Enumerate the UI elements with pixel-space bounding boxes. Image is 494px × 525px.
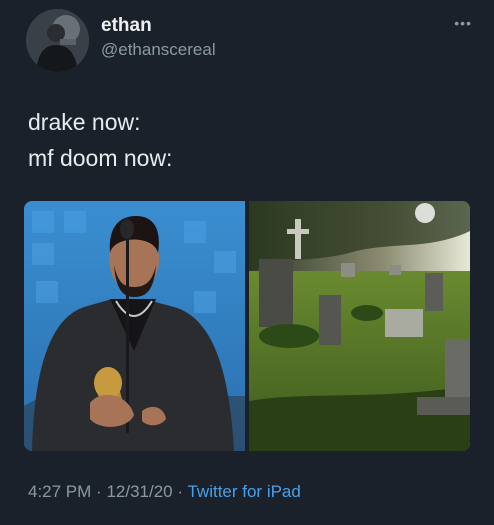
drake-award-photo[interactable]: [24, 201, 245, 451]
tweet-text: drake now: mf doom now:: [28, 104, 172, 176]
cemetery-photo[interactable]: [249, 201, 470, 451]
source-link[interactable]: Twitter for iPad: [187, 482, 300, 501]
avatar[interactable]: [26, 9, 89, 72]
tweet-text-line: drake now:: [28, 109, 141, 135]
timestamp-date[interactable]: 12/31/20: [106, 482, 172, 501]
meta-separator: ·: [177, 482, 184, 501]
more-dots-icon[interactable]: •••: [454, 15, 472, 31]
display-name[interactable]: ethan: [101, 15, 152, 37]
tweet-meta: 4:27 PM · 12/31/20 · Twitter for iPad: [28, 482, 301, 502]
meta-separator: ·: [96, 482, 102, 501]
media-grid[interactable]: [24, 201, 470, 451]
handle[interactable]: @ethanscereal: [101, 40, 216, 60]
tweet-text-line: mf doom now:: [28, 145, 173, 171]
timestamp-time[interactable]: 4:27 PM: [28, 482, 91, 501]
